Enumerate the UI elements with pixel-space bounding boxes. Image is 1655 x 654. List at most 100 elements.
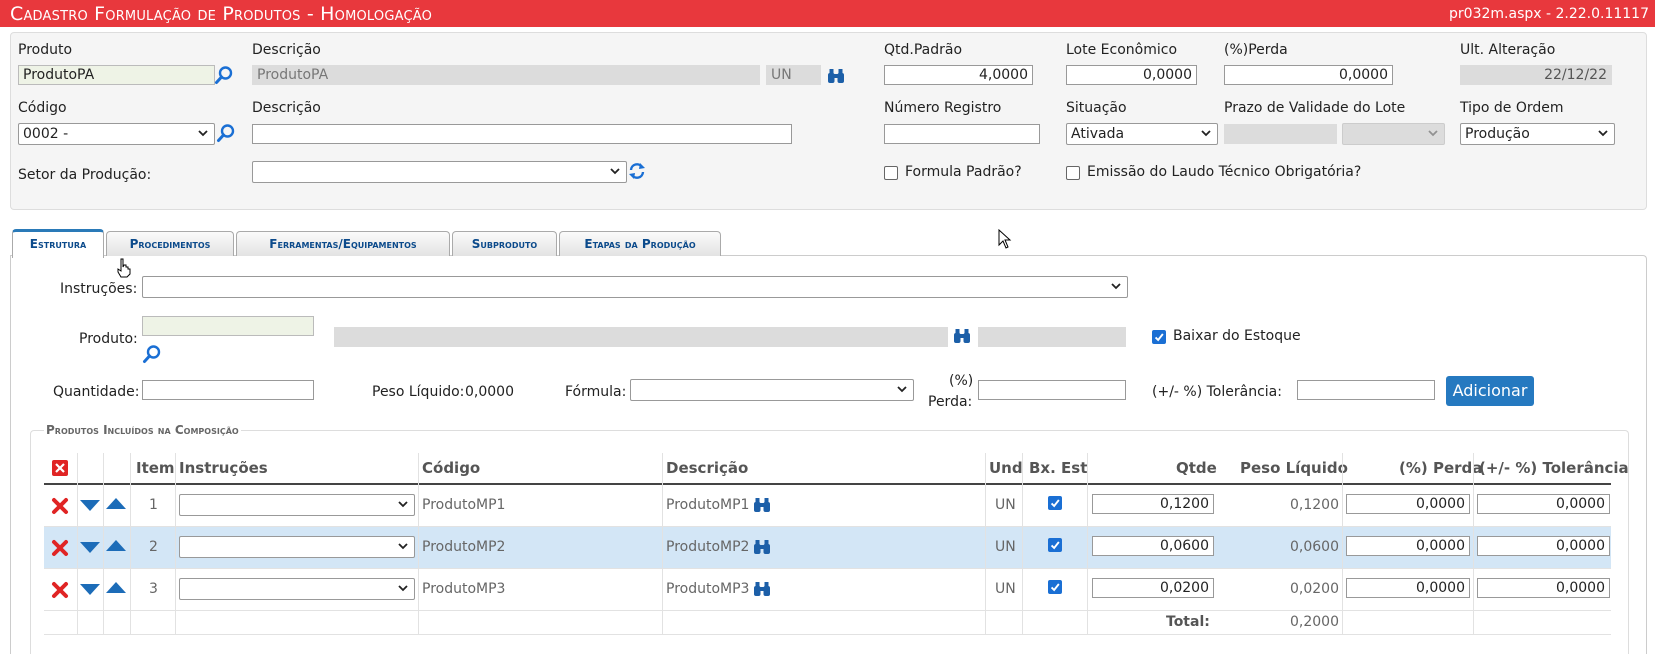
row-instrucoes-select[interactable] [179,494,415,516]
row-perda-input[interactable]: 0,0000 [1346,494,1470,514]
chevron-down-icon [1427,127,1439,139]
move-up-icon[interactable] [105,539,127,553]
row-bx-est-checkbox[interactable] [1048,580,1062,594]
move-up-icon[interactable] [105,581,127,595]
title-bar: Cadastro Formulação de Produtos - Homolo… [0,0,1655,27]
produto-input[interactable]: ProdutoPA [18,65,215,85]
row-perda-input[interactable]: 0,0000 [1346,536,1470,556]
tolerancia-label: (+/- %) Tolerância: [1152,384,1282,400]
row-qtde-input[interactable]: 0,1200 [1092,494,1214,514]
row-peso: 0,0600 [1290,539,1339,555]
perda-input[interactable]: 0,0000 [1224,65,1393,85]
perda-label: (%)Perda [1224,42,1288,58]
instrucoes-select[interactable] [142,276,1128,298]
situacao-label: Situação [1066,100,1127,116]
baixar-estoque-checkbox[interactable] [1152,330,1166,344]
delete-row-icon[interactable] [50,580,70,600]
adicionar-button[interactable]: Adicionar [1446,376,1534,406]
row-qtde-input[interactable]: 0,0200 [1092,578,1214,598]
move-down-icon[interactable] [79,498,101,512]
prazo-unit-select [1342,123,1445,145]
setor-producao-label: Setor da Produção: [18,167,152,183]
quantidade-input[interactable] [142,380,314,400]
row-bx-est-checkbox[interactable] [1048,538,1062,552]
cursor-arrow-icon [998,229,1012,249]
emissao-laudo-label: Emissão do Laudo Técnico Obrigatória? [1087,164,1362,180]
estrutura-perda-input[interactable] [978,380,1126,400]
estrutura-unidade-input [978,327,1126,347]
refresh-icon[interactable] [627,161,647,181]
move-down-icon[interactable] [79,540,101,554]
descricao-label: Descrição [252,42,321,58]
header-peso-liquido: Peso Líquido [1240,459,1348,477]
binoculars-icon[interactable] [752,495,772,515]
composicao-legend: Produtos Incluídos na Composição [44,423,241,437]
situacao-select[interactable]: Ativada [1066,123,1218,145]
header-und: Und [989,459,1023,477]
move-down-icon[interactable] [79,582,101,596]
row-tolerancia-input[interactable]: 0,0000 [1477,578,1610,598]
row-item: 1 [149,497,158,513]
search-icon[interactable] [214,65,234,85]
baixar-estoque-label: Baixar do Estoque [1173,328,1301,344]
delete-row-icon[interactable] [50,538,70,558]
chevron-down-icon [896,383,908,395]
row-qtde-input[interactable]: 0,0600 [1092,536,1214,556]
codigo-select[interactable]: 0002 - [18,123,215,145]
ult-alteracao-input: 22/12/22 [1460,65,1612,85]
estrutura-produto-label: Produto: [79,331,138,347]
tab-etapas-producao[interactable]: Etapas da Produção [559,231,721,256]
tab-subproduto[interactable]: Subproduto [452,231,557,256]
qtd-padrao-input[interactable]: 4,0000 [884,65,1033,85]
chevron-down-icon [397,498,409,510]
total-label: Total: [1166,614,1210,630]
header-bx-est: Bx. Est [1029,459,1088,477]
produto-label: Produto [18,42,73,58]
chevron-down-icon [609,165,621,177]
descricao2-label: Descrição [252,100,321,116]
header-item: Item [136,459,175,477]
tipo-ordem-select[interactable]: Produção [1460,123,1615,145]
ult-alteracao-label: Ult. Alteração [1460,42,1556,58]
move-up-icon[interactable] [105,497,127,511]
formula-select[interactable] [630,379,914,401]
delete-all-icon[interactable] [51,459,69,477]
numero-registro-input[interactable] [884,124,1040,144]
row-perda-input[interactable]: 0,0000 [1346,578,1470,598]
chevron-down-icon [397,540,409,552]
binoculars-icon[interactable] [952,326,972,346]
estrutura-produto-input[interactable] [142,316,314,336]
emissao-laudo-checkbox[interactable] [1066,166,1080,180]
chevron-down-icon [197,127,209,139]
binoculars-icon[interactable] [752,579,772,599]
row-tolerancia-input[interactable]: 0,0000 [1477,536,1610,556]
tab-procedimentos[interactable]: Procedimentos [106,231,234,256]
formula-padrao-label: Formula Padrão? [905,164,1022,180]
binoculars-icon[interactable] [826,66,846,86]
chevron-down-icon [1110,280,1122,292]
lote-economico-label: Lote Econômico [1066,42,1178,58]
row-tolerancia-input[interactable]: 0,0000 [1477,494,1610,514]
header-qtde: Qtde [1176,459,1217,477]
prazo-validade-input [1224,124,1337,144]
search-icon[interactable] [142,344,162,364]
quantidade-label: Quantidade: [53,384,140,400]
check-icon [1049,539,1061,551]
row-codigo: ProdutoMP1 [422,497,506,513]
row-bx-est-checkbox[interactable] [1048,496,1062,510]
tab-ferramentas[interactable]: Ferramentas/Equipamentos [236,231,450,256]
row-instrucoes-select[interactable] [179,578,415,600]
row-und: UN [995,539,1016,555]
delete-row-icon[interactable] [50,496,70,516]
descricao2-input[interactable] [252,124,792,144]
tolerancia-input[interactable] [1297,380,1435,400]
search-icon[interactable] [216,123,236,143]
setor-producao-select[interactable] [252,161,627,183]
tab-estrutura[interactable]: Estrutura [12,229,104,258]
lote-economico-input[interactable]: 0,0000 [1066,65,1197,85]
formula-padrao-checkbox[interactable] [884,166,898,180]
row-instrucoes-select[interactable] [179,536,415,558]
chevron-down-icon [1597,127,1609,139]
binoculars-icon[interactable] [752,537,772,557]
row-descricao: ProdutoMP3 [666,581,750,597]
